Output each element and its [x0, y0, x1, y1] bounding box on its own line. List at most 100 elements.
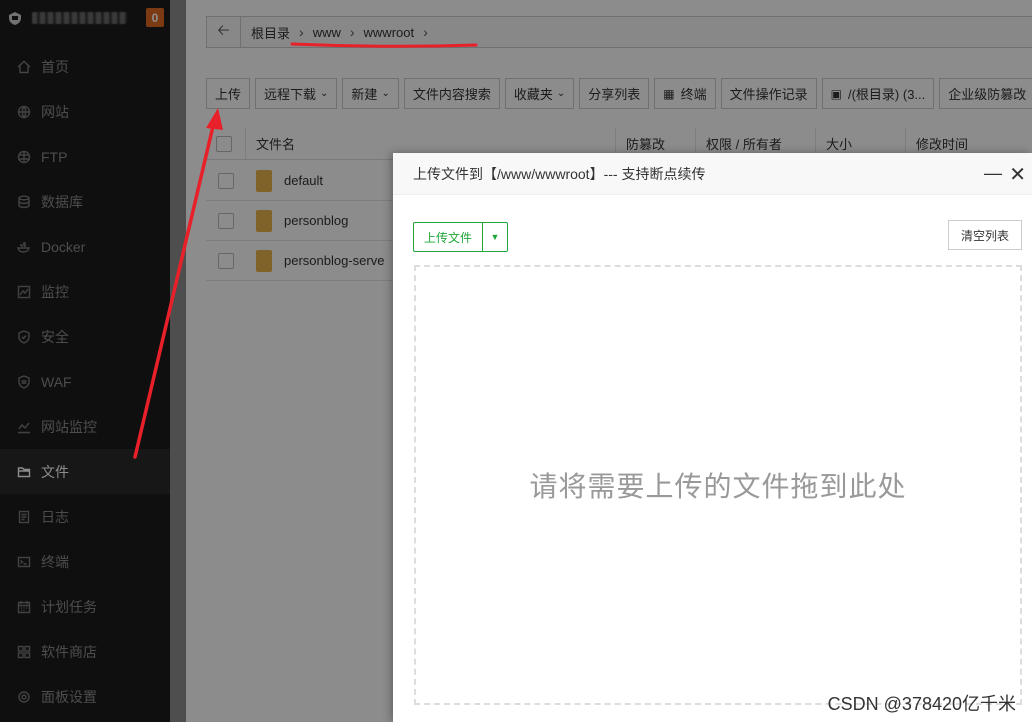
sidebar-item-docker[interactable]: Docker	[0, 224, 170, 269]
favorites-label: 收藏夹	[513, 87, 553, 102]
sidebar-item-label: 网站	[41, 103, 69, 120]
sidebar-item-label: FTP	[41, 148, 68, 165]
dialog-title: 上传文件到【/www/wwwroot】--- 支持断点续传	[413, 165, 706, 182]
sidebar-item-waf[interactable]: WAF	[0, 359, 170, 404]
sidebar-item-settings[interactable]: 面板设置	[0, 674, 170, 719]
folder-icon	[256, 169, 272, 192]
chevron-down-icon: ⌄	[556, 88, 566, 99]
sidebar-item-ftp[interactable]: FTP	[0, 134, 170, 179]
docker-icon	[16, 239, 32, 255]
panel-logo-icon	[6, 9, 24, 27]
arrow-left-icon: 🡠	[217, 21, 230, 39]
sidebar-item-home[interactable]: 首页	[0, 44, 170, 89]
breadcrumb-root[interactable]: 根目录	[251, 23, 290, 42]
remote-download-button[interactable]: 远程下载 ⌄	[255, 78, 338, 109]
clear-list-label: 清空列表	[960, 228, 1009, 243]
terminal-label: 终端	[680, 87, 707, 102]
enterprise-tamper-button[interactable]: 企业级防篡改	[939, 78, 1032, 109]
sidebar-item-cron[interactable]: 计划任务	[0, 584, 170, 629]
sidebar-item-label: 安全	[41, 328, 69, 345]
watermark: CSDN @378420亿千米	[827, 694, 1016, 714]
sidebar-item-label: WAF	[41, 373, 72, 390]
home-icon	[16, 59, 32, 75]
table-row[interactable]: personblog-serve	[206, 241, 406, 281]
back-button[interactable]: 🡠	[207, 17, 241, 47]
globe-icon	[16, 104, 32, 120]
row-checkbox[interactable]	[218, 252, 234, 269]
path-bar[interactable]: 🡠 根目录 › www › wwwroot ›	[206, 16, 1032, 48]
upload-toolbar-label: 上传	[215, 87, 242, 102]
file-dropzone[interactable]: 请将需要上传的文件拖到此处	[414, 265, 1022, 705]
terminal-icon: ▦	[663, 86, 675, 101]
sidebar-item-label: 文件	[41, 463, 69, 480]
sidebar-item-database[interactable]: 数据库	[0, 179, 170, 224]
row-checkbox[interactable]	[218, 172, 234, 189]
table-row[interactable]: default	[206, 161, 406, 201]
database-icon	[16, 194, 32, 210]
clear-list-button[interactable]: 清空列表	[947, 220, 1022, 250]
sidebar-item-label: 日志	[41, 508, 69, 525]
sidebar: 0 首页 网站 FTP 数据库 Docker 监控 安全 WAF 网站监控 文件…	[0, 0, 170, 722]
sidebar-item-label: 计划任务	[41, 598, 97, 615]
disk-button[interactable]: ▣ /(根目录) (3...	[821, 78, 935, 109]
waf-shield-icon	[16, 374, 32, 390]
new-button[interactable]: 新建 ⌄	[342, 78, 399, 109]
folder-icon	[16, 464, 32, 480]
log-icon	[16, 509, 32, 525]
folder-icon	[256, 249, 272, 272]
sidebar-item-site-monitor[interactable]: 网站监控	[0, 404, 170, 449]
settings-icon	[16, 689, 32, 705]
upload-file-button[interactable]: 上传文件	[414, 223, 484, 251]
monitor-chart-icon	[16, 284, 32, 300]
sidebar-item-label: Docker	[41, 238, 86, 255]
sidebar-item-terminal[interactable]: 终端	[0, 539, 170, 584]
sidebar-nav: 首页 网站 FTP 数据库 Docker 监控 安全 WAF 网站监控 文件 日…	[0, 44, 170, 719]
disk-label: /(根目录) (3...	[847, 87, 926, 102]
new-label: 新建	[351, 87, 378, 102]
minimize-icon[interactable]: —	[984, 163, 1002, 184]
disk-icon: ▣	[830, 86, 842, 101]
file-name[interactable]: personblog-serve	[284, 253, 384, 268]
sidebar-item-label: 网站监控	[41, 418, 97, 435]
sidebar-item-files[interactable]: 文件	[0, 449, 170, 494]
content-search-button[interactable]: 文件内容搜索	[403, 78, 500, 109]
close-icon[interactable]: ✕	[1009, 162, 1026, 187]
table-row[interactable]: personblog	[206, 201, 406, 241]
calendar-icon	[16, 599, 32, 615]
sidebar-header	[0, 0, 170, 36]
share-list-label: 分享列表	[588, 87, 641, 102]
sidebar-item-app-store[interactable]: 软件商店	[0, 629, 170, 674]
dialog-header: 上传文件到【/www/wwwroot】--- 支持断点续传	[393, 153, 1032, 195]
sidebar-item-website[interactable]: 网站	[0, 89, 170, 134]
chevron-right-icon: ›	[299, 24, 304, 40]
terminal-button[interactable]: ▦ 终端	[654, 78, 716, 109]
chevron-down-icon: ⌄	[320, 88, 329, 99]
upload-toolbar-button[interactable]: 上传	[206, 78, 251, 109]
sidebar-item-security[interactable]: 安全	[0, 314, 170, 359]
terminal-icon	[16, 554, 32, 570]
sidebar-item-monitor[interactable]: 监控	[0, 269, 170, 314]
row-checkbox[interactable]	[218, 212, 234, 229]
sidebar-item-logs[interactable]: 日志	[0, 494, 170, 539]
chevron-right-icon: ›	[349, 24, 355, 40]
share-list-button[interactable]: 分享列表	[579, 78, 650, 109]
upload-split-button: 上传文件 ▼	[413, 222, 509, 252]
file-name[interactable]: personblog	[284, 213, 348, 228]
breadcrumb-www[interactable]: www	[313, 25, 341, 40]
caret-down-icon[interactable]: ▼	[483, 223, 507, 251]
content-search-label: 文件内容搜索	[412, 87, 491, 102]
select-all-cell	[206, 127, 246, 160]
folder-icon	[256, 209, 272, 232]
blurred-site-name	[32, 12, 127, 24]
breadcrumb-wwwroot[interactable]: wwwroot	[364, 25, 415, 40]
file-name[interactable]: default	[284, 173, 323, 188]
sidebar-item-label: 终端	[41, 553, 69, 570]
remote-download-label: 远程下载	[264, 87, 317, 102]
select-all-checkbox[interactable]	[216, 135, 232, 152]
favorites-button[interactable]: 收藏夹 ⌄	[504, 78, 575, 109]
notice-badge[interactable]: 0	[146, 8, 164, 27]
operation-log-button[interactable]: 文件操作记录	[720, 78, 817, 109]
chevron-down-icon: ⌄	[381, 88, 390, 99]
upload-file-label: 上传文件	[424, 230, 473, 245]
shield-icon	[16, 329, 32, 345]
